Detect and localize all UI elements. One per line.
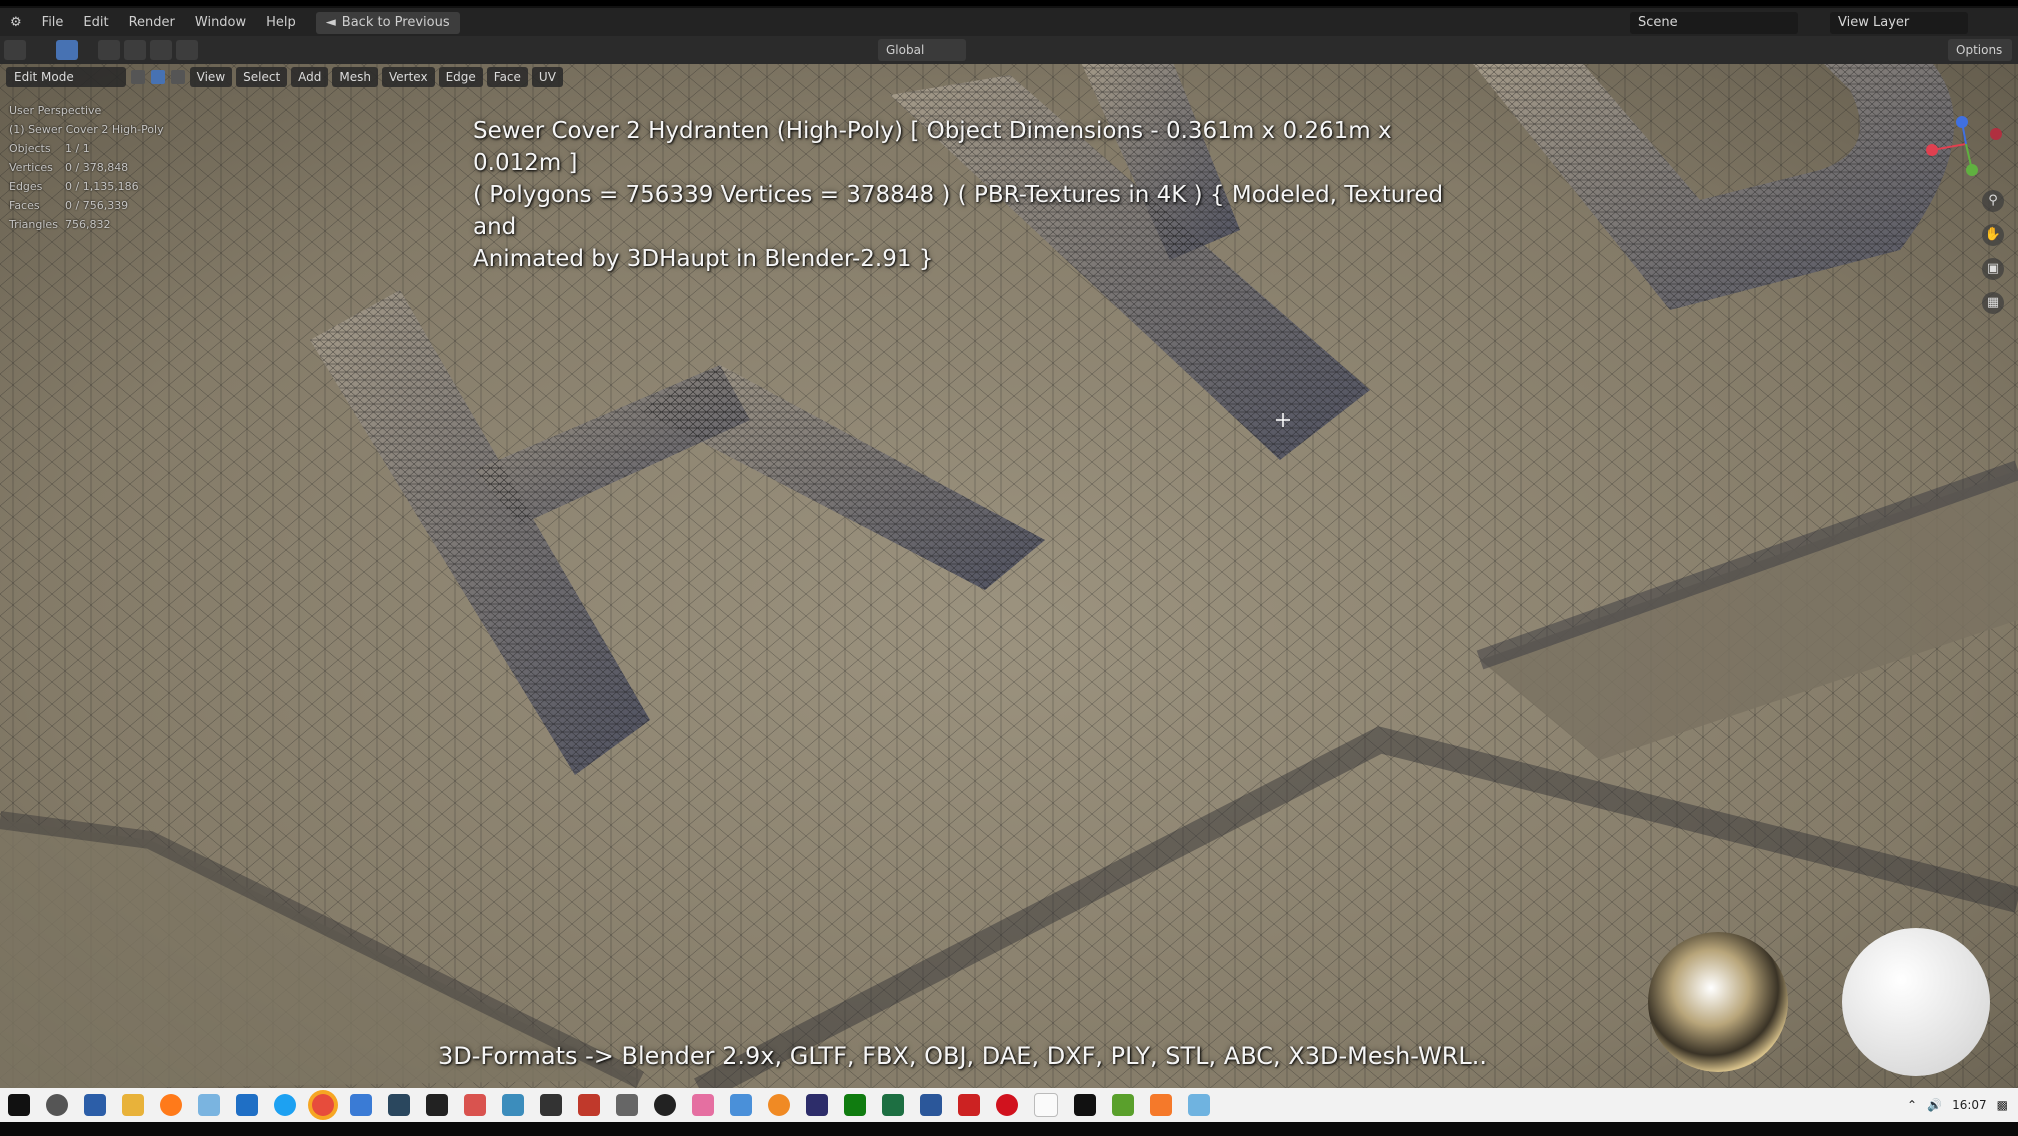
blender-alt-icon[interactable] bbox=[730, 1094, 752, 1116]
stat-row-objects: Objects 1 / 1 bbox=[9, 142, 90, 155]
perspective-label: User Perspective bbox=[9, 104, 102, 117]
skype-icon[interactable] bbox=[274, 1094, 296, 1116]
stat-row-vertices: Vertices 0 / 378,848 bbox=[9, 161, 129, 174]
search-icon[interactable] bbox=[46, 1094, 68, 1116]
viewport-menu-edge[interactable]: Edge bbox=[438, 67, 483, 87]
unity-hub-icon[interactable] bbox=[540, 1094, 562, 1116]
overlay-title-line-2: ( Polygons = 756339 Vertices = 378848 ) … bbox=[473, 182, 1444, 240]
viewport-menu-face[interactable]: Face bbox=[486, 67, 528, 87]
hdri-preview-sphere bbox=[1648, 932, 1788, 1072]
minecraft-icon[interactable] bbox=[1112, 1094, 1134, 1116]
edge-select-icon[interactable] bbox=[150, 70, 165, 85]
windows-taskbar: ⌃ 🔊 16:07 ▩ bbox=[0, 1088, 2018, 1122]
viewport-menu-mesh[interactable]: Mesh bbox=[332, 67, 378, 87]
photos-icon[interactable] bbox=[1188, 1094, 1210, 1116]
camera-view-icon[interactable]: ▣ bbox=[1982, 258, 2004, 280]
world-preview-sphere bbox=[1842, 928, 1990, 1076]
excel-icon[interactable] bbox=[882, 1094, 904, 1116]
firefox-icon[interactable] bbox=[160, 1094, 182, 1116]
menu-help[interactable]: Help bbox=[256, 8, 306, 38]
stat-row-faces: Faces 0 / 756,339 bbox=[9, 199, 129, 212]
notepad-icon[interactable] bbox=[198, 1094, 220, 1116]
zoom-icon[interactable]: ⚲ bbox=[1982, 190, 2004, 212]
app3-icon[interactable] bbox=[692, 1094, 714, 1116]
word-icon[interactable] bbox=[920, 1094, 942, 1116]
davinci-icon[interactable] bbox=[806, 1094, 828, 1116]
inkscape-icon[interactable] bbox=[502, 1094, 524, 1116]
back-to-previous-label: Back to Previous bbox=[341, 15, 450, 30]
viewport-navigation: ⚲ ✋ ▣ ▦ bbox=[1982, 190, 2004, 314]
menu-render[interactable]: Render bbox=[119, 8, 185, 38]
unity-icon[interactable] bbox=[426, 1094, 448, 1116]
viewport-menu-select[interactable]: Select bbox=[236, 67, 288, 87]
editor-type-icon[interactable] bbox=[4, 40, 26, 60]
cmd-icon[interactable] bbox=[1074, 1094, 1096, 1116]
viewport-stats: User Perspective (1) Sewer Cover 2 High-… bbox=[9, 101, 164, 234]
face-select-icon[interactable] bbox=[170, 70, 185, 85]
vertex-select-icon[interactable] bbox=[131, 70, 145, 85]
app-icon[interactable] bbox=[350, 1094, 372, 1116]
blender-icon[interactable] bbox=[1150, 1094, 1172, 1116]
scene-field[interactable]: Scene bbox=[1630, 12, 1798, 34]
menu-window[interactable]: Window bbox=[185, 8, 256, 38]
bottom-strip bbox=[0, 1122, 2018, 1136]
app2-icon[interactable] bbox=[616, 1094, 638, 1116]
pan-hand-icon[interactable]: ✋ bbox=[1982, 224, 2004, 246]
select-tool-icon[interactable] bbox=[56, 40, 78, 60]
xbox-icon[interactable] bbox=[844, 1094, 866, 1116]
top-menu-bar: ⚙ File Edit Render Window Help ◄ Back to… bbox=[0, 6, 2018, 38]
back-icon: ◄ bbox=[325, 15, 336, 30]
stat-row-edges: Edges 0 / 1,135,186 bbox=[9, 180, 139, 193]
view-layer-field[interactable]: View Layer bbox=[1830, 12, 1968, 34]
grid-view-icon[interactable]: ▦ bbox=[1982, 292, 2004, 314]
back-to-previous-button[interactable]: ◄ Back to Previous bbox=[315, 12, 460, 34]
select-box-mode-icon[interactable] bbox=[98, 40, 120, 60]
chrome-icon[interactable] bbox=[312, 1094, 334, 1116]
select-subtract-mode-icon[interactable] bbox=[150, 40, 172, 60]
select-mode-group bbox=[130, 70, 186, 85]
viewport-menu-uv[interactable]: UV bbox=[531, 67, 563, 87]
tray-chevron-icon[interactable]: ⌃ bbox=[1907, 1098, 1917, 1112]
mode-dropdown[interactable]: Edit Mode bbox=[6, 67, 126, 87]
opera-icon[interactable] bbox=[996, 1094, 1018, 1116]
viewport-header: Edit Mode View Select Add Mesh Vertex Ed… bbox=[6, 66, 563, 88]
clock[interactable]: 16:07 bbox=[1952, 1098, 1987, 1112]
save-icon[interactable] bbox=[84, 1094, 106, 1116]
blender-logo-icon[interactable]: ⚙ bbox=[0, 8, 32, 38]
paint-icon[interactable] bbox=[464, 1094, 486, 1116]
menu-edit[interactable]: Edit bbox=[73, 8, 118, 38]
obs-icon[interactable] bbox=[654, 1094, 676, 1116]
notepad-doc-icon[interactable] bbox=[1034, 1093, 1058, 1117]
options-dropdown[interactable]: Options bbox=[1948, 39, 2012, 61]
acrobat-icon[interactable] bbox=[578, 1094, 600, 1116]
outlook-icon[interactable] bbox=[236, 1094, 258, 1116]
overlay-title-line-1: Sewer Cover 2 Hydranten (High-Poly) [ Ob… bbox=[473, 118, 1392, 176]
notification-icon[interactable]: ▩ bbox=[1997, 1098, 2008, 1112]
active-object-label: (1) Sewer Cover 2 High-Poly bbox=[9, 123, 164, 136]
tool-header: Global Options bbox=[0, 36, 2018, 64]
viewport-menu-view[interactable]: View bbox=[189, 67, 233, 87]
volume-icon[interactable]: 🔊 bbox=[1927, 1098, 1942, 1112]
select-invert-mode-icon[interactable] bbox=[176, 40, 198, 60]
app5-icon[interactable] bbox=[958, 1094, 980, 1116]
system-tray: ⌃ 🔊 16:07 ▩ bbox=[1907, 1088, 2008, 1122]
steam-icon[interactable] bbox=[388, 1094, 410, 1116]
stat-row-triangles: Triangles 756,832 bbox=[9, 218, 111, 231]
windows-start-icon[interactable] bbox=[8, 1094, 30, 1116]
app4-icon[interactable] bbox=[768, 1094, 790, 1116]
file-explorer-icon[interactable] bbox=[122, 1094, 144, 1116]
transform-orientation-dropdown[interactable]: Global bbox=[878, 39, 966, 61]
select-extend-mode-icon[interactable] bbox=[124, 40, 146, 60]
overlay-title: Sewer Cover 2 Hydranten (High-Poly) [ Ob… bbox=[473, 115, 1473, 275]
menu-file[interactable]: File bbox=[32, 8, 74, 38]
viewport-menu-vertex[interactable]: Vertex bbox=[382, 67, 435, 87]
overlay-title-line-3: Animated by 3DHaupt in Blender-2.91 } bbox=[473, 246, 934, 272]
viewport-menu-add[interactable]: Add bbox=[291, 67, 329, 87]
overlay-formats-caption: 3D-Formats -> Blender 2.9x, GLTF, FBX, O… bbox=[438, 1042, 1488, 1070]
